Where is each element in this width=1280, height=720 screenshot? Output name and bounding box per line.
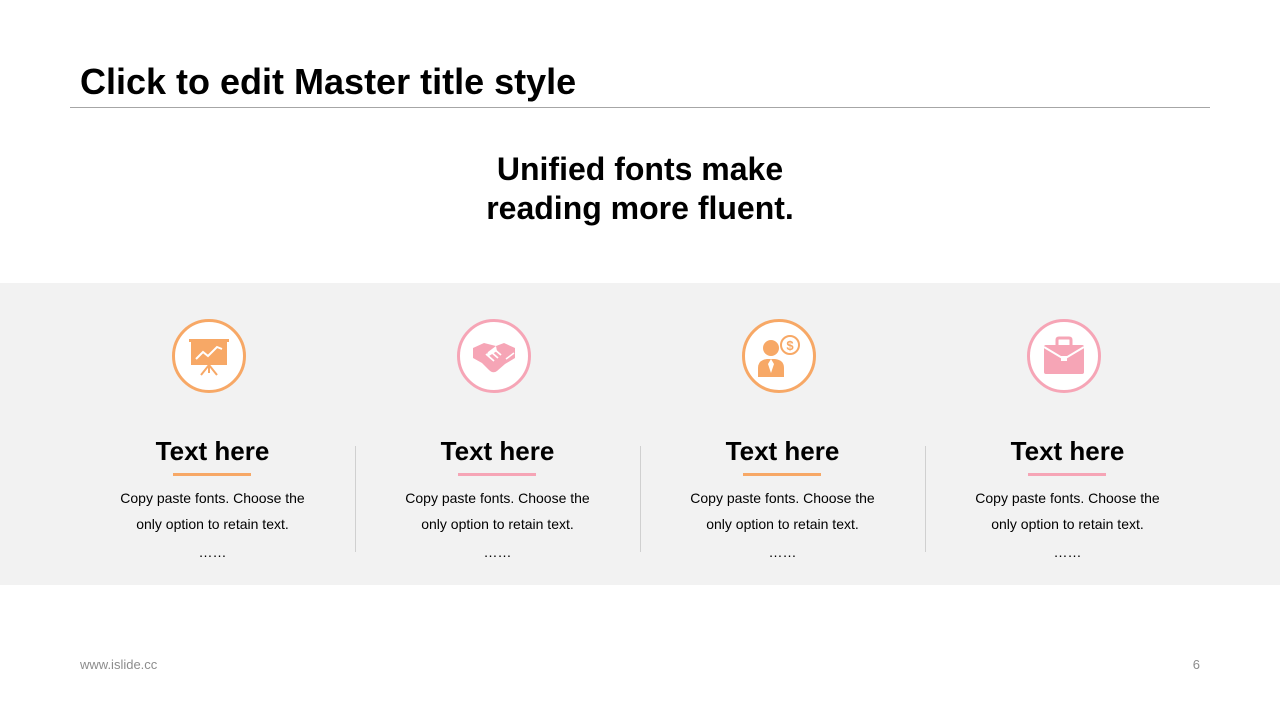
handshake-icon bbox=[457, 319, 531, 393]
card-title[interactable]: Text here bbox=[925, 435, 1210, 467]
businessman-dollar-icon: $ bbox=[742, 319, 816, 393]
card-description-line-2: only option to retain text. bbox=[136, 516, 289, 532]
footer-url[interactable]: www.islide.cc bbox=[80, 657, 157, 672]
card-description[interactable]: Copy paste fonts. Choose the only option… bbox=[660, 485, 905, 537]
card-title[interactable]: Text here bbox=[355, 435, 640, 467]
subtitle-line-2: reading more fluent. bbox=[486, 190, 794, 226]
card-accent-bar bbox=[743, 473, 821, 476]
briefcase-icon bbox=[1027, 319, 1101, 393]
svg-text:$: $ bbox=[786, 338, 794, 353]
feature-card-2[interactable]: Text here Copy paste fonts. Choose the o… bbox=[355, 283, 640, 585]
feature-card-3[interactable]: $ Text here Copy paste fonts. Choose the… bbox=[640, 283, 925, 585]
card-description[interactable]: Copy paste fonts. Choose the only option… bbox=[945, 485, 1190, 537]
features-band: Text here Copy paste fonts. Choose the o… bbox=[0, 283, 1280, 585]
card-accent-bar bbox=[458, 473, 536, 476]
subtitle-line-1: Unified fonts make bbox=[496, 151, 784, 187]
presentation-chart-icon bbox=[172, 319, 246, 393]
card-description-line-1: Copy paste fonts. Choose the bbox=[690, 490, 875, 506]
title-divider bbox=[70, 107, 1210, 108]
card-description[interactable]: Copy paste fonts. Choose the only option… bbox=[375, 485, 620, 537]
slide-title[interactable]: Click to edit Master title style bbox=[80, 60, 576, 104]
card-accent-bar bbox=[1028, 473, 1106, 476]
card-description-line-2: only option to retain text. bbox=[991, 516, 1144, 532]
card-ellipsis: …… bbox=[768, 544, 797, 560]
card-description-line-2: only option to retain text. bbox=[421, 516, 574, 532]
card-accent-bar bbox=[173, 473, 251, 476]
card-ellipsis: …… bbox=[483, 544, 512, 560]
card-ellipsis: …… bbox=[198, 544, 227, 560]
feature-card-1[interactable]: Text here Copy paste fonts. Choose the o… bbox=[70, 283, 355, 585]
page-number: 6 bbox=[1192, 657, 1200, 672]
slide-subtitle[interactable]: Unified fonts make reading more fluent. bbox=[340, 150, 940, 228]
card-description-line-2: only option to retain text. bbox=[706, 516, 859, 532]
card-description-line-1: Copy paste fonts. Choose the bbox=[975, 490, 1160, 506]
feature-card-4[interactable]: Text here Copy paste fonts. Choose the o… bbox=[925, 283, 1210, 585]
card-ellipsis: …… bbox=[1053, 544, 1082, 560]
card-title[interactable]: Text here bbox=[70, 435, 355, 467]
card-description[interactable]: Copy paste fonts. Choose the only option… bbox=[90, 485, 335, 537]
card-description-line-1: Copy paste fonts. Choose the bbox=[120, 490, 305, 506]
card-title[interactable]: Text here bbox=[640, 435, 925, 467]
card-description-line-1: Copy paste fonts. Choose the bbox=[405, 490, 590, 506]
